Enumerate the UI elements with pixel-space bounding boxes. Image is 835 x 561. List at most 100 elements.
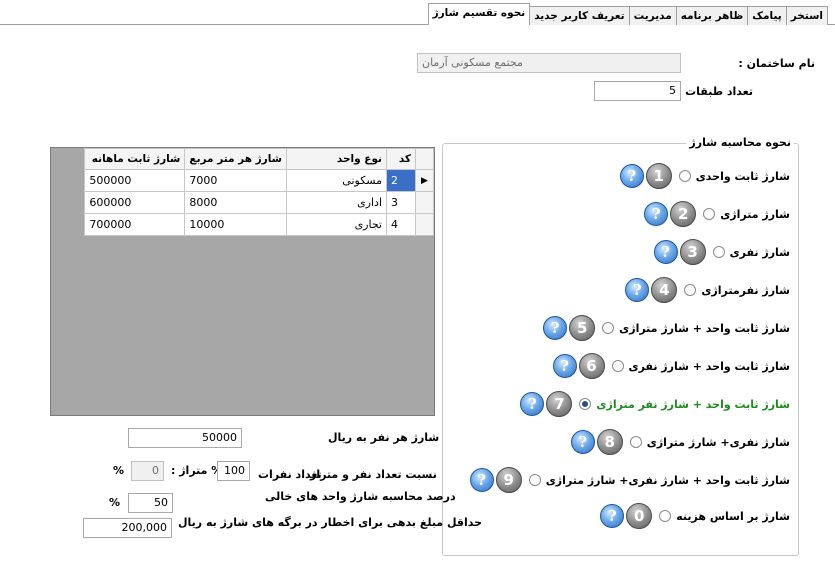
number-badge-icon: 5 xyxy=(569,315,596,341)
charge-method-group: نحوه محاسبه شارژ ? 1 شارژ ثابت واحدی ? 2… xyxy=(442,136,799,556)
radio-button[interactable] xyxy=(528,474,541,486)
cell-per-meter[interactable]: 7000 xyxy=(184,169,287,192)
cell-code[interactable]: 2 xyxy=(386,169,416,192)
charge-option-9[interactable]: ? 9 شارژ ثابت واحد + شارژ نفری+ شارژ متر… xyxy=(469,467,790,493)
metraj-field[interactable]: 0 xyxy=(131,461,164,481)
charge-option-2[interactable]: ? 2 شارژ متراژی xyxy=(644,201,790,227)
row-header xyxy=(415,191,434,214)
building-name-field[interactable]: مجتمع مسکونی آرمان xyxy=(417,53,681,73)
empty-units-label: درصد محاسبه شارژ واحد های خالی xyxy=(265,490,456,503)
help-icon[interactable]: ? xyxy=(469,468,494,492)
number-badge-icon: 3 xyxy=(679,239,706,265)
number-badge-icon: 2 xyxy=(670,201,697,227)
floors-label: تعداد طبقات : xyxy=(676,85,753,98)
row-header xyxy=(415,213,434,236)
option-label: شارژ ثابت واحد + شارژ نفری+ شارژ متراژی xyxy=(545,473,790,487)
radio-button[interactable] xyxy=(684,284,697,296)
help-icon[interactable]: ? xyxy=(644,202,669,226)
charge-option-7[interactable]: ? 7 شارژ ثابت واحد + شارژ نفر متراژی xyxy=(520,391,790,417)
persons-field[interactable]: 100 xyxy=(217,461,250,481)
per-person-charge-field[interactable]: 50000 xyxy=(128,428,242,448)
help-icon[interactable]: ? xyxy=(543,316,568,340)
min-debt-amount-label: حداقل مبلغ بدهی برای اخطار در برگه های ش… xyxy=(178,516,483,529)
option-label: شارژ ثابت واحد + شارژ متراژی xyxy=(619,321,790,335)
help-icon[interactable]: ? xyxy=(653,240,678,264)
tab-new-user[interactable]: تعریف کاربر جدید xyxy=(529,6,630,25)
tab-strip: نحوه تقسیم شارژ تعریف کاربر جدید مدیریت … xyxy=(427,3,828,25)
charge-option-4[interactable]: ? 4 شارژ نفرمتراژی xyxy=(625,277,790,303)
help-icon[interactable]: ? xyxy=(625,278,650,302)
charge-option-1[interactable]: ? 1 شارژ ثابت واحدی xyxy=(619,163,790,189)
column-header-code[interactable]: کد xyxy=(386,148,416,170)
min-debt-amount-field[interactable]: 200,000 xyxy=(83,518,172,538)
building-name-label: نام ساختمان : xyxy=(738,57,815,70)
tab-management[interactable]: مدیریت xyxy=(628,6,677,25)
charge-option-0[interactable]: ? 0 شارژ بر اساس هزینه xyxy=(600,503,790,529)
radio-button[interactable] xyxy=(611,360,624,372)
number-badge-icon: 6 xyxy=(578,353,605,379)
number-badge-icon: 4 xyxy=(651,277,678,303)
help-icon[interactable]: ? xyxy=(520,392,545,416)
row-header-corner xyxy=(415,148,434,170)
charge-option-8[interactable]: ? 8 شارژ نفری+ شارژ متراژی xyxy=(570,429,790,455)
cell-fixed[interactable]: 500000 xyxy=(84,169,186,192)
radio-button-selected[interactable] xyxy=(579,398,592,410)
charge-option-6[interactable]: ? 6 شارژ ثابت واحد + شارژ نفری xyxy=(552,353,791,379)
current-row-marker: ▶ xyxy=(415,169,434,192)
ratio-label: نسبت تعداد نفر و متراژ xyxy=(310,468,437,481)
radio-button[interactable] xyxy=(602,322,615,334)
number-badge-icon: 9 xyxy=(495,467,522,493)
charge-method-title: نحوه محاسبه شارژ xyxy=(686,136,794,149)
column-header-fixed[interactable]: شارژ ثابت ماهانه xyxy=(84,148,186,170)
tab-charge-division[interactable]: نحوه تقسیم شارژ xyxy=(427,3,531,25)
tab-pool[interactable]: استخر xyxy=(785,6,828,25)
option-label: شارژ نفری+ شارژ متراژی xyxy=(646,435,790,449)
cell-code[interactable]: 4 xyxy=(386,213,416,236)
radio-button[interactable] xyxy=(678,170,691,182)
option-label: شارژ ثابت واحد + شارژ نفری xyxy=(628,359,791,373)
option-label: شارژ ثابت واحدی xyxy=(695,169,790,183)
cell-per-meter[interactable]: 10000 xyxy=(184,213,287,236)
empty-units-field[interactable]: 50 xyxy=(128,493,173,513)
number-badge-icon: 1 xyxy=(645,163,672,189)
tab-sms[interactable]: پیامک xyxy=(747,6,787,25)
help-icon[interactable]: ? xyxy=(600,504,625,528)
per-person-charge-label: شارژ هر نفر به ریال xyxy=(328,431,440,444)
radio-button[interactable] xyxy=(629,436,642,448)
metraj-percent-sign: % xyxy=(113,464,125,477)
floors-field[interactable]: 5 xyxy=(594,81,681,101)
table-row[interactable]: 3 اداری 8000 600000 xyxy=(84,191,434,214)
help-icon[interactable]: ? xyxy=(552,354,577,378)
radio-button[interactable] xyxy=(712,246,725,258)
column-header-type[interactable]: نوع واحد xyxy=(286,148,387,170)
number-badge-icon: 0 xyxy=(626,503,653,529)
empty-units-percent-sign: % xyxy=(109,496,121,509)
help-icon[interactable]: ? xyxy=(619,164,644,188)
metraj-label: % متراژ : xyxy=(171,464,223,477)
unit-types-grid[interactable]: کد نوع واحد شارژ هر متر مربع شارژ ثابت م… xyxy=(50,147,435,416)
charge-option-5[interactable]: ? 5 شارژ ثابت واحد + شارژ متراژی xyxy=(543,315,790,341)
table-row[interactable]: 4 تجاری 10000 700000 xyxy=(84,213,434,236)
option-label-selected: شارژ ثابت واحد + شارژ نفر متراژی xyxy=(596,397,790,411)
cell-type[interactable]: مسکونی xyxy=(286,169,387,192)
radio-button[interactable] xyxy=(703,208,716,220)
cell-per-meter[interactable]: 8000 xyxy=(184,191,287,214)
option-label: شارژ بر اساس هزینه xyxy=(676,509,790,523)
charge-option-3[interactable]: ? 3 شارژ نفری xyxy=(653,239,790,265)
help-icon[interactable]: ? xyxy=(570,430,595,454)
cell-code[interactable]: 3 xyxy=(386,191,416,214)
option-label: شارژ متراژی xyxy=(720,207,790,221)
table-header-row: کد نوع واحد شارژ هر متر مربع شارژ ثابت م… xyxy=(84,148,434,170)
option-label: شارژ نفری xyxy=(729,245,790,259)
cell-fixed[interactable]: 600000 xyxy=(84,191,186,214)
option-label: شارژ نفرمتراژی xyxy=(701,283,790,297)
cell-fixed[interactable]: 700000 xyxy=(84,213,186,236)
table-row[interactable]: ▶ 2 مسکونی 7000 500000 xyxy=(84,169,434,192)
cell-type[interactable]: اداری xyxy=(286,191,387,214)
number-badge-icon: 8 xyxy=(596,429,623,455)
column-header-per-meter[interactable]: شارژ هر متر مربع xyxy=(184,148,287,170)
radio-button[interactable] xyxy=(659,510,672,522)
cell-type[interactable]: تجاری xyxy=(286,213,387,236)
unit-types-table: کد نوع واحد شارژ هر متر مربع شارژ ثابت م… xyxy=(84,148,434,236)
tab-appearance[interactable]: ظاهر برنامه xyxy=(675,6,749,25)
